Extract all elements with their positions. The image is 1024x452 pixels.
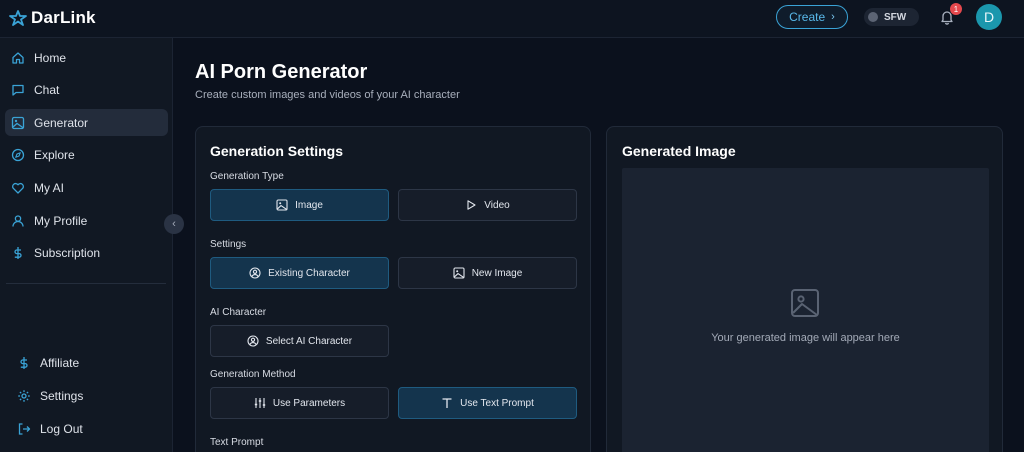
sidebar-item-my-profile[interactable]: My Profile bbox=[5, 207, 168, 234]
sidebar-item-label: Settings bbox=[40, 388, 84, 403]
toggle-knob bbox=[868, 12, 878, 22]
brand-logo[interactable]: DarLink bbox=[9, 8, 96, 28]
sidebar-item-label: Home bbox=[34, 50, 67, 65]
option-label: Existing Character bbox=[268, 267, 350, 279]
sidebar-item-explore[interactable]: Explore bbox=[5, 141, 168, 168]
sidebar-item-label: Log Out bbox=[40, 421, 83, 436]
dollar-icon bbox=[14, 246, 22, 259]
option-label: Video bbox=[484, 199, 510, 211]
option-label: Select AI Character bbox=[265, 335, 353, 347]
sliders-icon bbox=[254, 398, 266, 408]
logout-icon bbox=[18, 422, 31, 435]
sidebar-item-settings[interactable]: Settings bbox=[5, 382, 168, 409]
sidebar-item-label: Subscription bbox=[34, 245, 101, 260]
generation-settings-card: Generation Settings Generation Type Imag… bbox=[195, 126, 591, 452]
create-label: Create bbox=[789, 10, 826, 24]
play-icon bbox=[467, 200, 476, 210]
top-bar: DarLink Create › SFW 1 D bbox=[0, 0, 1024, 38]
option-video-button[interactable]: Video bbox=[398, 189, 577, 221]
sidebar-item-label: My AI bbox=[34, 180, 65, 195]
page-title: AI Porn Generator bbox=[195, 61, 368, 83]
sidebar-item-label: Explore bbox=[34, 147, 75, 162]
gear-icon bbox=[18, 389, 30, 402]
sidebar: Home Chat Generator Explore My AI My Pro… bbox=[0, 38, 173, 452]
create-button[interactable]: Create › bbox=[776, 5, 848, 29]
avatar[interactable]: D bbox=[976, 4, 1002, 30]
sidebar-divider bbox=[6, 283, 166, 284]
card-title: Generation Settings bbox=[210, 143, 344, 159]
sidebar-item-generator[interactable]: Generator bbox=[5, 109, 168, 136]
text-icon bbox=[442, 398, 452, 408]
user-circle-icon bbox=[249, 267, 261, 279]
user-icon bbox=[12, 214, 24, 227]
heart-icon bbox=[12, 182, 24, 194]
chevron-right-icon: › bbox=[831, 11, 835, 23]
option-new-image-button[interactable]: New Image bbox=[398, 257, 577, 289]
option-existing-character-button[interactable]: Existing Character bbox=[210, 257, 389, 289]
chevron-left-icon: ‹ bbox=[172, 218, 176, 230]
dollar-icon bbox=[20, 356, 28, 369]
sidebar-item-subscription[interactable]: Subscription bbox=[5, 239, 168, 266]
field-label-ai-character: AI Character bbox=[210, 307, 267, 318]
sidebar-item-my-ai[interactable]: My AI bbox=[5, 174, 168, 201]
sidebar-item-label: Affiliate bbox=[40, 355, 80, 370]
field-label-generation-method: Generation Method bbox=[210, 369, 296, 380]
chat-icon bbox=[12, 84, 24, 96]
sidebar-item-label: Generator bbox=[34, 115, 89, 130]
option-label: New Image bbox=[471, 267, 523, 279]
sidebar-item-chat[interactable]: Chat bbox=[5, 76, 168, 103]
page-subtitle: Create custom images and videos of your … bbox=[195, 89, 460, 101]
field-label-settings: Settings bbox=[210, 239, 247, 250]
star-logo-icon bbox=[9, 10, 27, 26]
select-ai-character-button[interactable]: Select AI Character bbox=[210, 325, 389, 357]
sidebar-item-label: My Profile bbox=[34, 213, 88, 228]
home-icon bbox=[12, 51, 24, 64]
compass-icon bbox=[11, 148, 25, 161]
image-placeholder-icon bbox=[790, 288, 820, 318]
option-image-button[interactable]: Image bbox=[210, 189, 389, 221]
empty-state-text: Your generated image will appear here bbox=[711, 332, 900, 344]
image-icon bbox=[11, 116, 25, 129]
user-circle-icon bbox=[247, 335, 259, 347]
sidebar-item-affiliate[interactable]: Affiliate bbox=[5, 349, 168, 376]
sfw-toggle[interactable]: SFW bbox=[864, 8, 919, 26]
sfw-label: SFW bbox=[884, 11, 907, 23]
sidebar-item-home[interactable]: Home bbox=[5, 44, 168, 71]
brand-name: DarLink bbox=[31, 8, 96, 27]
sidebar-collapse-button[interactable]: ‹ bbox=[164, 214, 184, 234]
image-icon bbox=[276, 199, 288, 211]
sidebar-item-log-out[interactable]: Log Out bbox=[5, 415, 168, 442]
notification-badge: 1 bbox=[950, 3, 962, 15]
option-label: Image bbox=[295, 199, 323, 211]
option-use-parameters-button[interactable]: Use Parameters bbox=[210, 387, 389, 419]
image-icon bbox=[453, 267, 465, 279]
generated-image-card: Generated Image Your generated image wil… bbox=[606, 126, 1003, 452]
option-use-text-prompt-button[interactable]: Use Text Prompt bbox=[398, 387, 577, 419]
field-label-generation-type: Generation Type bbox=[210, 171, 284, 182]
option-label: Use Parameters bbox=[272, 397, 346, 409]
card-title: Generated Image bbox=[622, 143, 736, 159]
option-label: Use Text Prompt bbox=[460, 397, 534, 409]
sidebar-item-label: Chat bbox=[34, 82, 60, 97]
field-label-text-prompt: Text Prompt bbox=[210, 437, 264, 448]
